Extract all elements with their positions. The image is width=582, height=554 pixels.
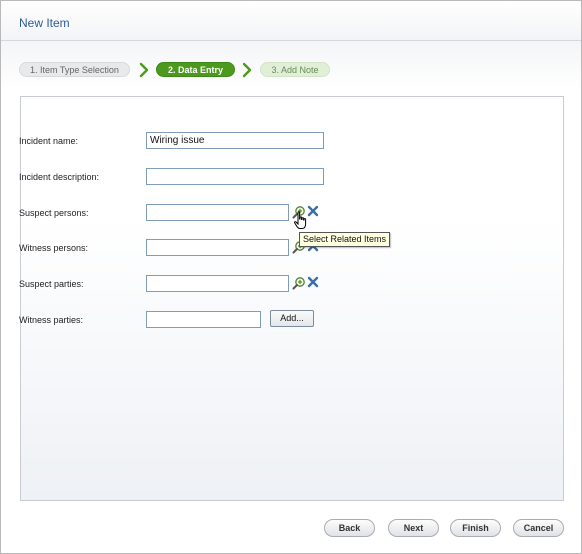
next-button[interactable]: Next	[388, 519, 439, 537]
suspect-persons-field[interactable]	[146, 204, 289, 221]
data-entry-panel	[20, 96, 564, 501]
finish-button[interactable]: Finish	[450, 519, 501, 537]
add-witness-parties-button[interactable]: Add...	[270, 310, 314, 327]
cancel-button[interactable]: Cancel	[513, 519, 564, 537]
window-title: New Item	[19, 16, 70, 30]
new-item-window: New Item 1. Item Type Selection 2. Data …	[0, 0, 582, 554]
remove-x-icon[interactable]	[307, 205, 321, 219]
back-button[interactable]: Back	[324, 519, 375, 537]
tooltip: Select Related Items	[299, 232, 391, 247]
search-related-icon[interactable]	[292, 276, 306, 290]
step-add-note[interactable]: 3. Add Note	[260, 62, 330, 77]
step-data-entry[interactable]: 2. Data Entry	[156, 62, 235, 77]
hand-pointer-icon	[293, 211, 309, 231]
incident-name-label: Incident name:	[19, 136, 79, 146]
witness-persons-label: Witness persons:	[19, 243, 89, 253]
chevron-right-icon	[138, 62, 150, 78]
suspect-persons-label: Suspect persons:	[19, 208, 89, 218]
witness-parties-field[interactable]	[146, 311, 261, 328]
incident-description-field[interactable]	[146, 168, 324, 185]
step-item-type-selection[interactable]: 1. Item Type Selection	[19, 62, 130, 77]
incident-name-field[interactable]: Wiring issue	[146, 132, 324, 149]
witness-parties-label: Witness parties:	[19, 315, 84, 325]
incident-description-label: Incident description:	[19, 172, 100, 182]
suspect-parties-label: Suspect parties:	[19, 279, 84, 289]
remove-x-icon[interactable]	[307, 276, 321, 290]
chevron-right-icon	[241, 62, 253, 78]
suspect-parties-field[interactable]	[146, 275, 289, 292]
witness-persons-field[interactable]	[146, 239, 289, 256]
title-bar: New Item	[1, 1, 581, 41]
